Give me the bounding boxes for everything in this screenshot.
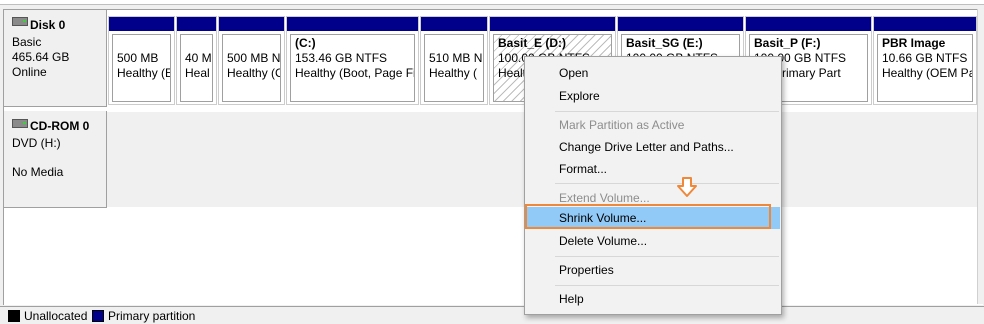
menu-separator <box>555 111 779 112</box>
context-menu: Open Explore Mark Partition as Active Ch… <box>524 56 782 315</box>
cdrom-0-media: No Media <box>12 165 64 179</box>
disk-0-status: Online <box>12 65 47 79</box>
shrink-callout-box <box>525 204 771 229</box>
partition-status: Heal <box>185 66 210 80</box>
partition-body: PBR Image 10.66 GB NTFS Healthy (OEM Pa <box>877 34 973 102</box>
primary-partition-bar <box>490 17 615 31</box>
partition-1[interactable]: 500 MB Healthy (E <box>108 16 175 105</box>
partition-size: 510 MB N <box>429 51 483 65</box>
menu-item-label: Change Drive Letter and Paths... <box>559 140 734 154</box>
partition-2[interactable]: 40 M Heal <box>176 16 217 105</box>
partition-title: Basit_E (D:) <box>498 36 567 50</box>
primary-swatch <box>92 310 104 322</box>
primary-partition-bar <box>746 17 871 31</box>
vertical-scrollbar[interactable] <box>977 9 984 304</box>
hard-disk-icon <box>12 17 28 26</box>
menu-item-label: Format... <box>559 162 608 176</box>
partition-title <box>227 36 280 51</box>
partition-size: 153.46 GB NTFS <box>295 51 388 65</box>
primary-partition-bar <box>618 17 743 31</box>
partition-body: 40 M Heal <box>180 34 213 102</box>
menu-item-properties[interactable]: Properties <box>525 259 781 281</box>
cd-drive-icon <box>12 119 28 128</box>
primary-partition-bar <box>177 17 216 31</box>
disk-0-size: 465.64 GB <box>12 50 70 64</box>
menu-item-label: Explore <box>559 89 600 103</box>
disk-0-header[interactable]: Disk 0 Basic 465.64 GB Online <box>4 10 107 107</box>
unallocated-swatch <box>8 310 20 322</box>
menu-item-label: Delete Volume... <box>559 234 648 248</box>
primary-partition-bar <box>219 17 284 31</box>
menu-item-format[interactable]: Format... <box>525 158 781 180</box>
partition-title <box>185 36 212 51</box>
menu-item-label: Mark Partition as Active <box>559 118 685 132</box>
disk-0-type: Basic <box>12 35 42 49</box>
partition-size: 500 MB N <box>227 51 281 65</box>
cdrom-0-header[interactable]: CD-ROM 0 DVD (H:) No Media <box>4 111 107 208</box>
disk-management-window: Disk 0 Basic 465.64 GB Online 500 MB Hea… <box>0 0 984 324</box>
partition-title: (C:) <box>295 36 316 50</box>
partition-title <box>117 36 170 51</box>
down-arrow-icon <box>677 177 697 197</box>
cdrom-0-type: DVD (H:) <box>12 136 61 150</box>
menu-item-help[interactable]: Help <box>525 288 781 310</box>
partition-size: 10.66 GB NTFS <box>882 51 968 65</box>
primary-partition-bar <box>109 17 174 31</box>
legend-bar: Unallocated Primary partition <box>0 306 984 324</box>
legend-primary: Primary partition <box>108 309 196 323</box>
partition-body: 510 MB N Healthy ( <box>424 34 484 102</box>
menu-separator <box>555 256 779 257</box>
menu-separator <box>555 285 779 286</box>
disk-0-name: Disk 0 <box>30 18 66 32</box>
partition-3[interactable]: 500 MB N Healthy (C <box>218 16 285 105</box>
menu-item-mark-active[interactable]: Mark Partition as Active <box>525 114 781 136</box>
menu-item-label: Extend Volume... <box>559 191 650 205</box>
menu-item-explore[interactable]: Explore <box>525 85 781 107</box>
menu-item-label: Properties <box>559 263 614 277</box>
menu-item-label: Open <box>559 66 589 80</box>
partition-status: Healthy (E <box>117 66 171 80</box>
partition-body: 500 MB N Healthy (C <box>222 34 281 102</box>
menu-item-label: Help <box>559 292 584 306</box>
cdrom-0-name: CD-ROM 0 <box>30 119 90 133</box>
partition-status: Healthy (OEM Pa <box>882 66 973 80</box>
partition-body: 500 MB Healthy (E <box>112 34 171 102</box>
top-pane-edge <box>0 0 984 5</box>
legend-unallocated: Unallocated <box>24 309 88 323</box>
partition-status: Healthy (Boot, Page Fi <box>295 66 415 80</box>
primary-partition-bar <box>287 17 418 31</box>
partition-title <box>429 36 483 51</box>
partition-status: Healthy (C <box>227 66 281 80</box>
partition-c[interactable]: (C:) 153.46 GB NTFS Healthy (Boot, Page … <box>286 16 419 105</box>
menu-item-open[interactable]: Open <box>525 62 781 84</box>
menu-item-change-letter[interactable]: Change Drive Letter and Paths... <box>525 136 781 158</box>
partition-size: 500 MB <box>117 51 159 65</box>
partition-pbr[interactable]: PBR Image 10.66 GB NTFS Healthy (OEM Pa <box>873 16 977 105</box>
partition-5[interactable]: 510 MB N Healthy ( <box>420 16 488 105</box>
primary-partition-bar <box>421 17 487 31</box>
menu-item-delete[interactable]: Delete Volume... <box>525 230 781 252</box>
partition-size: 40 M <box>185 51 212 65</box>
partition-title: Basit_P (F:) <box>754 36 821 50</box>
menu-separator <box>555 183 779 184</box>
partition-body: (C:) 153.46 GB NTFS Healthy (Boot, Page … <box>290 34 415 102</box>
partition-title: Basit_SG (E:) <box>626 36 703 50</box>
partition-title: PBR Image <box>882 36 946 50</box>
primary-partition-bar <box>874 17 976 31</box>
partition-status: Healthy ( <box>429 66 478 80</box>
